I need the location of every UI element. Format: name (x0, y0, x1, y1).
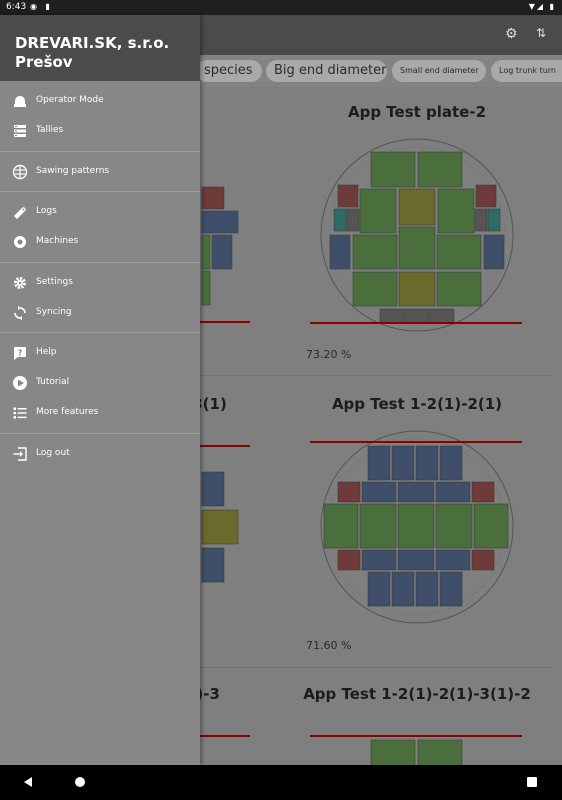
menu-item-logs[interactable]: Logs (0, 198, 200, 226)
plate-title[interactable]: App Test 1-2(1)-2(1) (300, 395, 534, 413)
menu-item-log-out[interactable]: Log out (0, 440, 200, 468)
plate-yield: 71.60 % (306, 639, 352, 652)
settings-gear-icon[interactable]: ⚙ (505, 26, 518, 42)
features-list-icon (13, 407, 27, 419)
sort-icon[interactable]: ⇅ (536, 26, 546, 40)
chip-log-trunk-turn[interactable]: Log trunk turn (491, 60, 562, 82)
tallies-list-icon (14, 125, 26, 137)
menu-label: More features (36, 407, 99, 417)
logout-icon (13, 447, 27, 461)
recents-icon[interactable] (526, 776, 538, 788)
sawing-pattern-diagram[interactable] (300, 422, 550, 627)
operator-glove-icon (14, 96, 26, 107)
menu-item-tallies[interactable]: Tallies (0, 117, 200, 145)
menu-divider (0, 433, 200, 434)
card-divider (200, 667, 552, 668)
status-bar: 6:43 ◉ ▮ ▼◢ ▮ (0, 0, 562, 15)
settings-gear-icon (14, 277, 26, 289)
status-time: 6:43 (6, 2, 27, 12)
sawing-pattern-diagram-partial[interactable] (200, 422, 260, 622)
machine-gear-icon (14, 236, 26, 248)
notification-icons: ◉ ▮ (30, 2, 53, 11)
menu-divider (0, 151, 200, 152)
company-title: DREVARI.SK, s.r.o. (15, 34, 170, 52)
sawing-pattern-diagram-partial[interactable] (200, 183, 250, 328)
menu-label: Logs (36, 206, 57, 216)
chip-big-end-diameter[interactable]: Big end diameter (266, 60, 387, 82)
logs-icon (14, 207, 26, 219)
play-icon (13, 376, 27, 390)
menu-label: Operator Mode (36, 95, 104, 105)
menu-divider (0, 191, 200, 192)
menu-item-syncing[interactable]: Syncing (0, 299, 200, 327)
back-icon[interactable] (22, 776, 34, 788)
menu-label: Tutorial (36, 377, 70, 387)
card-divider (200, 375, 552, 376)
navigation-drawer: DREVARI.SK, s.r.o. Prešov Operator Mode … (0, 15, 200, 765)
sawing-pattern-diagram[interactable] (300, 127, 534, 332)
menu-item-tutorial[interactable]: Tutorial (0, 369, 200, 397)
menu-label: Log out (36, 448, 70, 458)
plate-title[interactable]: App Test 1-2(1)-2(1)-3(1)-2 (300, 685, 534, 703)
menu-item-help[interactable]: ? Help (0, 339, 200, 367)
menu-label: Tallies (36, 125, 64, 135)
menu-label: Syncing (36, 307, 72, 317)
menu-item-machines[interactable]: Machines (0, 228, 200, 256)
company-location: Prešov (15, 53, 73, 71)
home-icon[interactable] (74, 776, 86, 788)
menu-item-operator-mode[interactable]: Operator Mode (0, 87, 200, 115)
chip-small-end-diameter[interactable]: Small end diameter (392, 60, 486, 82)
menu-label: Settings (36, 277, 73, 287)
sync-icon (14, 306, 26, 320)
svg-text:?: ? (18, 349, 23, 358)
menu-label: Machines (36, 236, 79, 246)
drawer-header: DREVARI.SK, s.r.o. Prešov (0, 15, 200, 81)
menu-item-settings[interactable]: Settings (0, 269, 200, 297)
chip-species[interactable]: species (196, 60, 262, 82)
menu-divider (0, 332, 200, 333)
sawing-pattern-diagram-partial[interactable] (200, 727, 260, 765)
menu-item-sawing-patterns[interactable]: Sawing patterns (0, 158, 200, 186)
system-status-icons: ▼◢ ▮ (528, 2, 556, 11)
menu-label: Help (36, 347, 57, 357)
menu-item-more-features[interactable]: More features (0, 399, 200, 427)
sawing-pattern-icon (12, 164, 28, 180)
sawing-pattern-diagram[interactable] (300, 727, 550, 765)
plate-title[interactable]: App Test plate-2 (300, 103, 534, 121)
plate-yield: 73.20 % (306, 348, 352, 361)
help-icon: ? (14, 347, 26, 360)
menu-label: Sawing patterns (36, 166, 110, 176)
menu-divider (0, 262, 200, 263)
system-nav-bar (0, 765, 562, 800)
company-name: DREVARI.SK, s.r.o. Prešov (15, 34, 195, 72)
